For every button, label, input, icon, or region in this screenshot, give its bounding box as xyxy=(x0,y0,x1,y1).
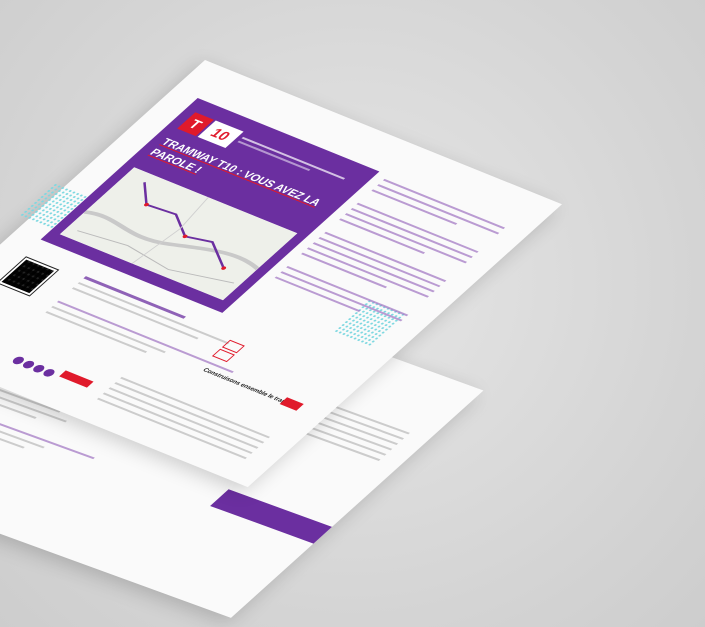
social-icons xyxy=(10,352,104,395)
footer-band xyxy=(210,489,332,544)
mockup-scene: T 10 TRAMWAY T10 : VOUS AVEZ LA PAROLE ! xyxy=(0,0,705,627)
qr-code-icon xyxy=(0,256,60,297)
